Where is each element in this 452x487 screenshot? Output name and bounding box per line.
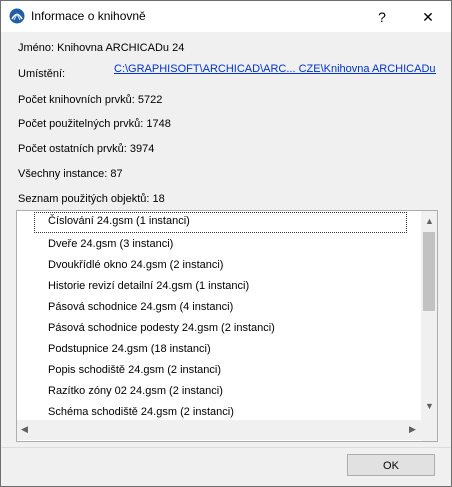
close-button[interactable]: ✕ — [413, 4, 443, 30]
location-link[interactable]: C:\GRAPHISOFT\ARCHICAD\ARC... CZE\Knihov… — [114, 63, 436, 75]
list-item[interactable]: Popis schodiště 24.gsm (2 instanci) — [48, 364, 221, 376]
list-item-label: Číslování 24.gsm (1 instanci) — [48, 215, 190, 227]
scroll-left-icon[interactable]: ◀ — [21, 424, 28, 435]
title-bar: Informace o knihovně ? ✕ — [1, 1, 451, 32]
vertical-scroll-thumb[interactable] — [423, 232, 435, 311]
elements-label: Počet knihovních prvků: — [18, 94, 135, 106]
horizontal-scrollbar[interactable] — [17, 420, 421, 440]
other-label: Počet ostatních prvků: — [18, 143, 127, 155]
location-label: Umístění: — [18, 68, 66, 80]
dialog-title: Informace o knihovně — [31, 9, 146, 23]
list-item[interactable]: Pásová schodnice 24.gsm (4 instanci) — [48, 301, 233, 313]
footer-divider — [1, 447, 451, 448]
scrollbar-corner — [421, 420, 437, 441]
scroll-down-icon[interactable]: ▼ — [425, 401, 434, 411]
instances-row: Všechny instance: 87 — [18, 168, 123, 180]
used-list-row: Seznam použitých objektů: 18 — [18, 193, 165, 205]
other-row: Počet ostatních prvků: 3974 — [18, 143, 154, 155]
used-list-label: Seznam použitých objektů: — [18, 193, 150, 205]
scroll-up-icon[interactable]: ▲ — [425, 216, 434, 226]
elements-value: 5722 — [137, 94, 163, 106]
used-list-value: 18 — [152, 193, 165, 205]
archicad-app-icon — [9, 8, 25, 24]
usable-row: Počet použitelných prvků: 1748 — [18, 118, 171, 130]
list-item[interactable]: Schéma schodiště 24.gsm (2 instanci) — [48, 406, 234, 418]
list-item[interactable]: Historie revizí detailní 24.gsm (1 insta… — [48, 280, 249, 292]
name-value: Knihovna ARCHICADu 24 — [57, 42, 185, 54]
name-label: Jméno: — [18, 42, 55, 54]
ok-button[interactable]: OK — [347, 454, 435, 476]
list-item[interactable]: Dveře 24.gsm (3 instanci) — [48, 238, 173, 250]
used-objects-list[interactable]: Číslování 24.gsm (1 instanci) Dveře 24.g… — [16, 210, 438, 442]
usable-label: Počet použitelných prvků: — [18, 118, 144, 130]
instances-label: Všechny instance: — [18, 168, 108, 180]
list-item[interactable]: Razítko zóny 02 24.gsm (2 instanci) — [48, 385, 223, 397]
help-button[interactable]: ? — [367, 4, 397, 30]
instances-value: 87 — [110, 168, 123, 180]
list-item[interactable]: Číslování 24.gsm (1 instanci) — [34, 212, 407, 233]
library-info-dialog: Informace o knihovně ? ✕ Jméno: Knihovna… — [0, 0, 452, 487]
scroll-right-icon[interactable]: ▶ — [409, 424, 416, 435]
list-item[interactable]: Pásová schodnice podesty 24.gsm (2 insta… — [48, 322, 275, 334]
list-item[interactable]: Dvoukřídlé okno 24.gsm (2 instanci) — [48, 259, 223, 271]
list-item[interactable]: Podstupnice 24.gsm (18 instanci) — [48, 343, 211, 355]
other-value: 3974 — [129, 143, 155, 155]
elements-row: Počet knihovních prvků: 5722 — [18, 94, 162, 106]
name-row: Jméno: Knihovna ARCHICADu 24 — [18, 42, 184, 54]
usable-value: 1748 — [146, 118, 171, 130]
